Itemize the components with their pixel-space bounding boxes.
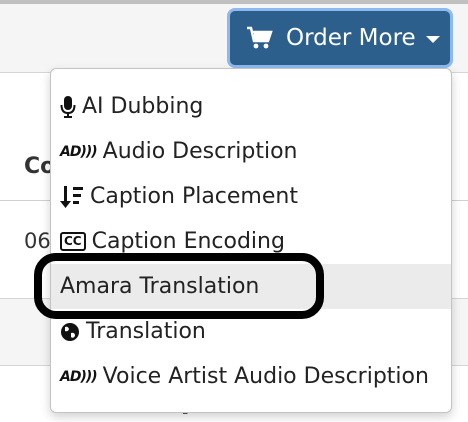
menu-item-label: Caption Placement — [90, 184, 298, 209]
globe-icon — [60, 322, 80, 342]
sort-down-icon — [60, 184, 84, 210]
table-cell: 06 — [24, 229, 51, 253]
audio-description-icon: AD))) — [60, 143, 98, 160]
order-more-button[interactable]: Order More — [227, 8, 453, 68]
menu-item-label: Translation — [86, 319, 206, 344]
menu-item-voice-artist-audio-description[interactable]: AD))) Voice Artist Audio Description — [51, 354, 451, 399]
chevron-down-icon — [425, 35, 440, 43]
menu-item-label: Voice Artist Audio Description — [102, 364, 429, 389]
menu-item-translation[interactable]: Translation — [51, 309, 451, 354]
menu-item-caption-placement[interactable]: Caption Placement — [51, 174, 451, 219]
menu-item-label: Audio Description — [102, 139, 298, 164]
menu-item-caption-encoding[interactable]: CC Caption Encoding — [51, 219, 451, 264]
microphone-icon — [60, 95, 76, 119]
order-more-label: Order More — [286, 25, 416, 51]
menu-item-amara-translation[interactable]: Amara Translation — [51, 264, 451, 309]
menu-item-label: Caption Encoding — [91, 229, 285, 254]
menu-item-ai-dubbing[interactable]: AI Dubbing — [51, 84, 451, 129]
shopping-cart-icon — [247, 26, 273, 49]
order-more-dropdown: AI Dubbing AD))) Audio Description Capti… — [50, 68, 452, 413]
closed-caption-icon: CC — [60, 232, 86, 251]
menu-item-audio-description[interactable]: AD))) Audio Description — [51, 129, 451, 174]
audio-description-icon: AD))) — [60, 368, 98, 385]
menu-item-label: Amara Translation — [60, 274, 260, 299]
menu-item-label: AI Dubbing — [82, 94, 204, 119]
